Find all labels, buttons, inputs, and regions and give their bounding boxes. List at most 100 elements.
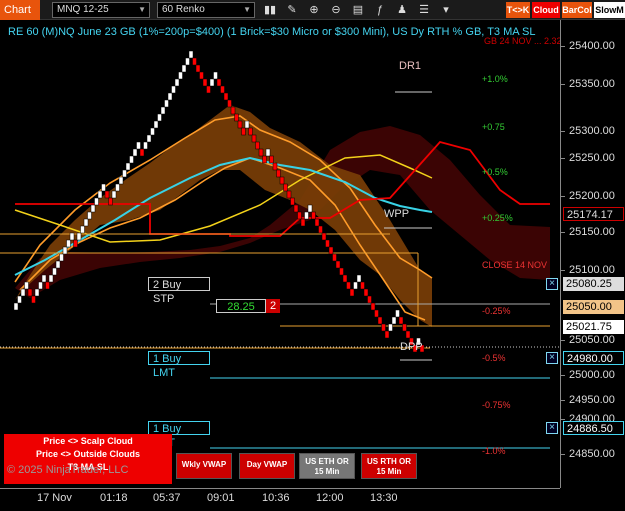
renko-brick xyxy=(227,99,232,108)
renko-brick xyxy=(220,85,225,94)
time-tick: 09:01 xyxy=(207,492,235,504)
renko-brick xyxy=(381,323,386,332)
buy-lmt-order-label-2[interactable]: 1 Buy LMT xyxy=(148,421,210,449)
renko-brick xyxy=(332,253,337,262)
renko-brick xyxy=(258,148,264,157)
renko-brick xyxy=(97,190,103,199)
renko-brick xyxy=(325,239,330,248)
draw-icon[interactable]: ✎ xyxy=(284,2,300,18)
renko-brick xyxy=(206,85,211,94)
renko-brick xyxy=(83,218,89,227)
renko-brick xyxy=(262,155,267,164)
renko-brick xyxy=(300,218,306,227)
price-label-stp: 25080.25 xyxy=(563,277,624,291)
renko-brick xyxy=(27,288,33,297)
time-axis[interactable]: 17 Nov 01:18 05:37 09:01 10:36 12:00 13:… xyxy=(0,488,560,511)
renko-brick xyxy=(108,197,113,206)
cloud-button[interactable]: Cloud xyxy=(532,2,560,18)
renko-brick xyxy=(279,176,285,185)
pct-minus-1-label: -1.0% xyxy=(482,446,506,456)
renko-brick xyxy=(255,141,260,150)
pivot-wpp: WPP xyxy=(384,208,410,220)
renko-brick xyxy=(241,127,246,136)
renko-brick xyxy=(311,211,316,220)
tk-button[interactable]: T<>K xyxy=(506,2,530,18)
renko-brick xyxy=(38,281,43,290)
price-tick: 25050.00 xyxy=(561,334,615,346)
chevron-down-icon: ▼ xyxy=(243,5,251,14)
price-label-avg: 25050.00 xyxy=(563,300,624,314)
renko-brick xyxy=(328,246,334,255)
renko-brick xyxy=(122,169,127,178)
renko-brick xyxy=(395,309,400,318)
cancel-buy-stp-icon[interactable]: × xyxy=(546,278,558,290)
buy-stp-order-label[interactable]: 2 Buy STP xyxy=(148,277,210,305)
wkly-vwap-button[interactable]: Wkly VWAP xyxy=(176,453,232,479)
slowma-button[interactable]: SlowM xyxy=(594,2,625,18)
time-tick: 17 Nov xyxy=(37,492,72,504)
renko-brick xyxy=(293,204,299,213)
position-qty[interactable]: 2 xyxy=(266,299,280,313)
pct-plus-1-label: +1.0% xyxy=(482,74,508,84)
time-tick: 10:36 xyxy=(262,492,290,504)
pct-minus-025-label: -0.25% xyxy=(482,306,511,316)
renko-brick xyxy=(276,169,281,178)
renko-brick xyxy=(132,148,138,157)
strategies-icon[interactable]: ♟ xyxy=(394,2,410,18)
zoom-in-icon[interactable]: ⊕ xyxy=(306,2,322,18)
zoom-out-icon[interactable]: ⊖ xyxy=(328,2,344,18)
renko-brick xyxy=(398,316,404,325)
renko-brick xyxy=(20,288,26,297)
buy-lmt-order-label-1[interactable]: 1 Buy LMT xyxy=(148,351,210,379)
price-axis[interactable]: 25400.00 25350.00 25300.00 25250.00 2520… xyxy=(560,20,625,488)
interval-selector[interactable]: 60 Renko ▼ xyxy=(157,2,255,18)
renko-brick xyxy=(269,155,274,164)
pct-plus-075-label: +0.75 xyxy=(482,122,505,132)
renko-brick xyxy=(146,134,152,143)
renko-brick xyxy=(251,134,257,143)
day-vwap-button[interactable]: Day VWAP xyxy=(239,453,295,479)
renko-brick xyxy=(377,316,383,325)
cancel-buy-lmt-1-icon[interactable]: × xyxy=(546,352,558,364)
renko-brick xyxy=(234,113,239,122)
renko-brick xyxy=(339,267,344,276)
renko-brick xyxy=(391,316,397,325)
barcol-button[interactable]: BarCol xyxy=(562,2,592,18)
properties-icon[interactable]: ▤ xyxy=(350,2,366,18)
chart-panel[interactable] xyxy=(0,20,560,488)
renko-brick xyxy=(153,120,159,129)
price-label-lmt2: 24886.50 xyxy=(563,421,624,435)
renko-brick xyxy=(118,176,124,185)
renko-brick xyxy=(402,323,407,332)
renko-brick xyxy=(45,281,50,290)
renko-brick xyxy=(160,106,166,115)
price-tick: 25100.00 xyxy=(561,264,615,276)
price-tick: 25250.00 xyxy=(561,152,615,164)
cancel-buy-lmt-2-icon[interactable]: × xyxy=(546,422,558,434)
renko-brick xyxy=(265,148,271,157)
chart-trader-icon[interactable]: ☰ xyxy=(416,2,432,18)
renko-brick xyxy=(244,120,250,129)
renko-brick xyxy=(178,71,183,80)
renko-brick xyxy=(185,57,190,66)
price-tick: 25400.00 xyxy=(561,40,615,52)
eth-or-button[interactable]: US ETH OR 15 Min xyxy=(299,453,355,479)
instrument-selector[interactable]: MNQ 12-25 ▼ xyxy=(52,2,150,18)
renko-brick xyxy=(290,197,295,206)
renko-brick xyxy=(202,78,208,87)
pivot-dr1: DR1 xyxy=(399,60,422,72)
pivot-dpp: DPP xyxy=(400,341,423,353)
indicators-icon[interactable]: ƒ xyxy=(372,2,388,18)
chart-toolbar: Chart MNQ 12-25 ▼ 60 Renko ▼ ▮▮ ✎ ⊕ ⊖ ▤ … xyxy=(0,0,625,20)
renko-brick xyxy=(374,309,379,318)
renko-brick xyxy=(129,155,134,164)
bars-icon[interactable]: ▮▮ xyxy=(262,2,278,18)
chart-tab[interactable]: Chart xyxy=(0,0,40,20)
pct-minus-05-label: -0.5% xyxy=(482,353,506,363)
more-icon[interactable]: ▾ xyxy=(438,2,454,18)
renko-brick xyxy=(199,71,204,80)
price-tick: 25200.00 xyxy=(561,190,615,202)
rth-or-button[interactable]: US RTH OR 15 Min xyxy=(361,453,417,479)
renko-brick xyxy=(272,162,278,171)
renko-brick xyxy=(76,232,82,241)
